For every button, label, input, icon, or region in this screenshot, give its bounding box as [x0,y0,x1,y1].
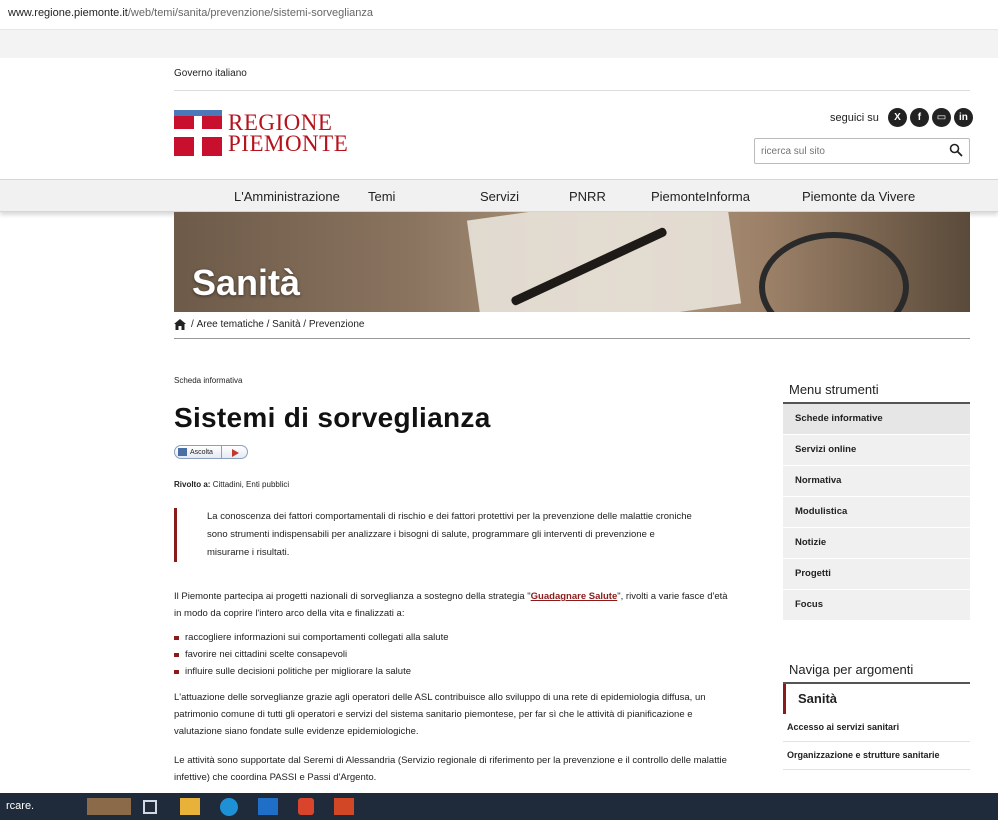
linkedin-icon[interactable]: in [953,108,973,127]
tools-item-notizie[interactable]: Notizie [783,528,970,559]
tools-item-normativa[interactable]: Normativa [783,466,970,497]
nav-item-servizi[interactable]: Servizi [480,189,519,204]
hero-banner: Sanità [174,212,970,312]
hero-title: Sanità [192,262,301,303]
site-logo[interactable]: REGIONE PIEMONTE [174,110,348,156]
logo-flag-icon [174,110,222,156]
site-search [754,138,970,164]
nav-item-piemonteinforma[interactable]: PiemonteInforma [651,189,750,204]
tools-item-focus[interactable]: Focus [783,590,970,621]
taskbar-search-text[interactable]: rcare. [6,800,34,812]
list-item: favorire nei cittadini scelte consapevol… [174,646,449,663]
follow-label: seguici su [830,111,879,124]
list-item: influire sulle decisioni politiche per m… [174,663,449,680]
list-item: raccogliere informazioni sui comportamen… [174,629,449,646]
topics-menu: Sanità Accesso ai servizi sanitari Organ… [783,682,970,770]
tools-menu: Schede informative Servizi online Normat… [783,402,970,621]
app-icon[interactable] [298,798,314,815]
address-bar[interactable]: www.regione.piemonte.it/web/temi/sanita/… [0,0,998,30]
breadcrumb: / Aree tematiche / Sanità / Prevenzione [174,319,364,330]
paragraph-1: Il Piemonte partecipa ai progetti nazion… [174,591,728,619]
divider [174,90,970,91]
youtube-icon[interactable]: ▭ [931,108,951,127]
paragraph-3: Le attività sono supportate dal Seremi d… [174,755,727,783]
listen-label: Ascolta [190,448,213,456]
outlook-icon[interactable] [258,798,278,815]
tools-menu-title: Menu strumenti [789,382,879,397]
guadagnare-salute-link[interactable]: Guadagnare Salute [531,591,618,602]
stethoscope-icon [759,232,909,312]
x-icon[interactable]: X [887,108,907,127]
url-host: www.regione.piemonte.it [8,7,128,19]
speaker-icon [178,448,187,456]
tools-item-progetti[interactable]: Progetti [783,559,970,590]
main-nav: L'Amministrazione Temi Servizi PNRR Piem… [0,179,998,212]
goals-list: raccogliere informazioni sui comportamen… [174,629,449,680]
gov-link[interactable]: Governo italiano [174,68,247,79]
paragraph-2: L'attuazione delle sorveglianze grazie a… [174,692,706,737]
play-icon[interactable] [222,445,248,459]
taskbar-thumbnail-icon[interactable] [87,798,131,815]
breadcrumb-item-prevenzione[interactable]: Prevenzione [309,319,365,330]
url-path: /web/temi/sanita/prevenzione/sistemi-sor… [127,7,374,19]
breadcrumb-item-sanita[interactable]: Sanità [272,319,300,330]
content-type-label: Scheda informativa [174,376,243,385]
nav-item-piemonte-da-vivere[interactable]: Piemonte da Vivere [802,189,915,204]
task-view-icon[interactable] [143,800,157,814]
edge-icon[interactable] [220,798,238,816]
logo-line2: PIEMONTE [228,131,349,156]
search-icon[interactable] [949,143,963,157]
nav-item-amministrazione[interactable]: L'Amministrazione [234,189,340,204]
facebook-icon[interactable]: f [909,108,929,127]
home-icon[interactable] [174,319,186,330]
topic-selected[interactable]: Sanità [783,684,970,714]
page-title: Sistemi di sorveglianza [174,402,491,433]
search-input[interactable] [755,139,935,163]
listen-button[interactable]: Ascolta [174,445,222,459]
tools-item-servizi-online[interactable]: Servizi online [783,435,970,466]
social-links: seguici su X f ▭ in [830,108,973,127]
file-explorer-icon[interactable] [180,798,200,815]
topic-item-organizzazione[interactable]: Organizzazione e strutture sanitarie [783,742,970,770]
audience-value: Cittadini, Enti pubblici [212,480,290,489]
taskbar: rcare. [0,793,998,820]
intro-quote: La conoscenza dei fattori comportamental… [174,508,694,562]
divider [174,338,970,339]
browser-toolbar [0,30,998,58]
tools-item-modulistica[interactable]: Modulistica [783,497,970,528]
tools-item-schede[interactable]: Schede informative [783,404,970,435]
powerpoint-icon[interactable] [334,798,354,815]
breadcrumb-item-aree[interactable]: Aree tematiche [197,319,264,330]
logo-line1: REGIONE [228,110,333,135]
nav-item-pnrr[interactable]: PNRR [569,189,606,204]
audience-label: Rivolto a: [174,480,211,489]
nav-item-temi[interactable]: Temi [368,189,395,204]
topics-title: Naviga per argomenti [789,662,914,677]
topic-item-accesso[interactable]: Accesso ai servizi sanitari [783,714,970,742]
audience: Rivolto a: Cittadini, Enti pubblici [174,480,289,489]
